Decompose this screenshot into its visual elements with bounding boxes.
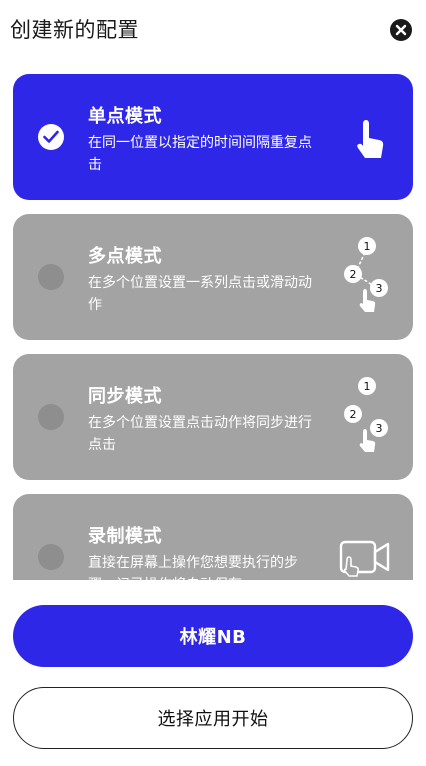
check-icon: [43, 130, 59, 143]
mode-card-sync[interactable]: 同步模式 在多个位置设置点击动作将同步进行点击 1 2 3: [13, 354, 413, 480]
mode-list[interactable]: 单点模式 在同一位置以指定的时间间隔重复点击 多点模式 在多个位置设置一系列点击…: [0, 60, 426, 580]
mode-radio-selected[interactable]: [38, 124, 64, 150]
single-tap-icon: [357, 120, 384, 158]
step-label: 2: [350, 408, 357, 421]
close-button[interactable]: [390, 19, 412, 41]
step-label: 1: [364, 380, 371, 393]
mode-name: 多点模式: [88, 246, 162, 267]
mode-radio[interactable]: [38, 544, 64, 570]
select-app-start-button[interactable]: 选择应用开始: [13, 687, 413, 749]
sync-tap-icon: 1 2 3: [344, 377, 388, 452]
dialog-header: 创建新的配置: [0, 0, 426, 60]
step-label: 3: [376, 282, 383, 295]
mode-name: 单点模式: [88, 106, 162, 127]
multi-tap-icon: 1 2 3: [344, 237, 388, 312]
mode-card-single[interactable]: 单点模式 在同一位置以指定的时间间隔重复点击: [13, 74, 413, 200]
step-label: 2: [350, 268, 357, 281]
close-icon: [390, 19, 412, 41]
primary-action-button[interactable]: 林耀NB: [13, 605, 413, 667]
mode-description: 在多个位置设置点击动作将同步进行点击: [88, 415, 312, 453]
mode-name: 同步模式: [88, 386, 162, 407]
mode-radio[interactable]: [38, 264, 64, 290]
mode-description: 在同一位置以指定的时间间隔重复点击: [88, 135, 312, 173]
mode-description: 在多个位置设置一系列点击或滑动动作: [88, 275, 312, 313]
mode-name: 录制模式: [88, 526, 162, 547]
mode-description: 直接在屏幕上操作您想要执行的步骤，记录操作将自动保存: [88, 555, 298, 580]
page-title: 创建新的配置: [10, 18, 139, 42]
record-icon: [339, 540, 390, 577]
step-label: 1: [364, 240, 371, 253]
mode-card-record[interactable]: 录制模式 直接在屏幕上操作您想要执行的步骤，记录操作将自动保存: [13, 494, 413, 580]
mode-radio[interactable]: [38, 404, 64, 430]
mode-card-multi[interactable]: 多点模式 在多个位置设置一系列点击或滑动动作 1 2 3: [13, 214, 413, 340]
step-label: 3: [376, 422, 383, 435]
